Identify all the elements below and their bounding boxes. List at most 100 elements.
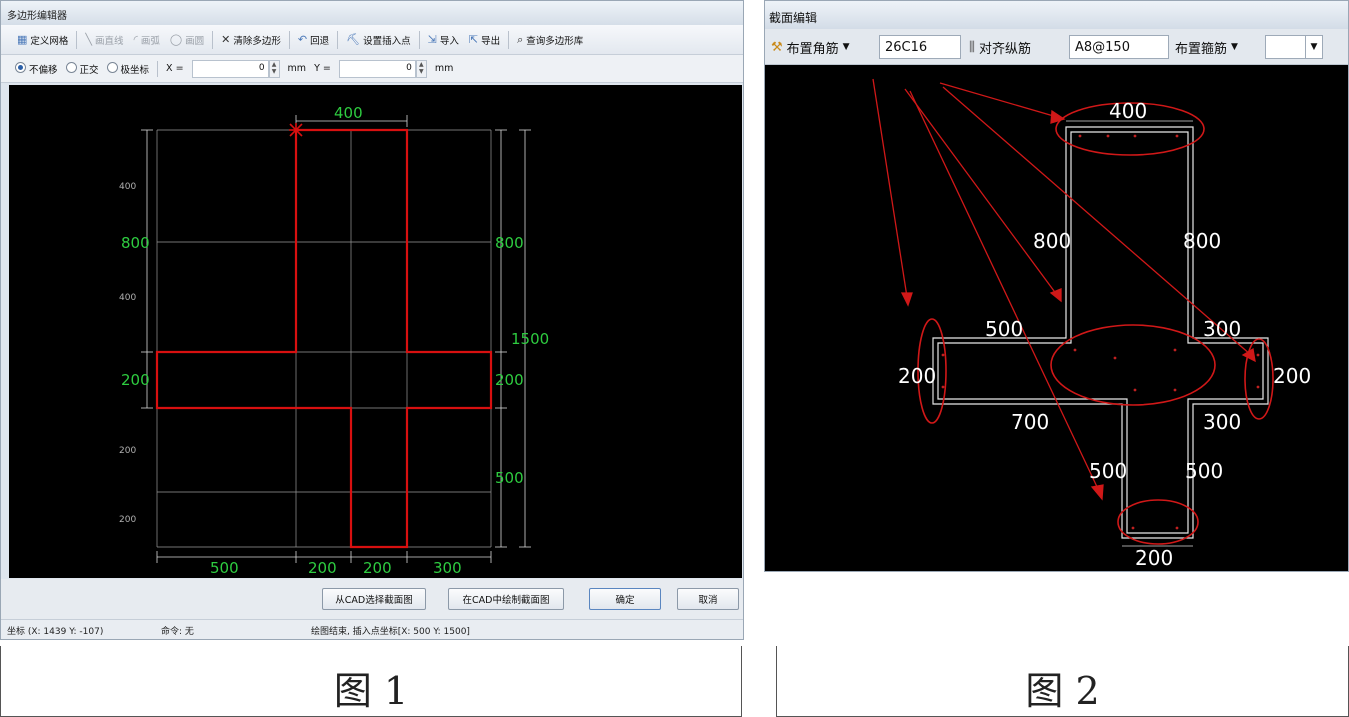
grid-label-4: 200 — [119, 515, 136, 525]
y-label: Y = — [314, 63, 331, 74]
section-drawing-canvas[interactable]: 400 800 800 500 300 200 200 700 300 500 … — [765, 65, 1348, 571]
grid-icon: ▦ — [17, 33, 28, 46]
draw-arc-button[interactable]: ◜ 画弧 — [130, 33, 164, 47]
editor-toolbar: ▦ 定义网格 ╲ 画直线 ◜ 画弧 ◯ 画圆 ✕ 清除多边形 ↶ 回退 ⛏ 设置… — [1, 25, 743, 55]
select-from-cad-button[interactable]: 从CAD选择截面图 — [322, 588, 426, 610]
draw-line-button[interactable]: ╲ 画直线 — [81, 33, 127, 47]
cancel-button[interactable]: 取消 — [677, 588, 739, 610]
radio-icon — [65, 61, 77, 73]
chevron-down-icon: ▼ — [1231, 42, 1238, 52]
align-rebar-input[interactable]: A8@150 — [1069, 35, 1169, 59]
dim-left-upper: 800 — [121, 234, 150, 252]
undo-icon: ↶ — [297, 33, 308, 46]
status-bar: 坐标 (X: 1439 Y: -107) 命令: 无 绘图结束, 插入点坐标[X… — [1, 619, 743, 639]
figure-caption-2: 图 2 — [1025, 669, 1100, 713]
dim-right-upper: 800 — [495, 234, 524, 252]
x-spinner[interactable]: ▲ ▼ — [268, 59, 280, 78]
section-toolbar: ⚒ 布置角筋 ▼ 26C16 ⫼ 对齐纵筋 A8@150 布置箍筋 ▼ ▼ — [765, 29, 1348, 65]
toolbar-divider — [76, 30, 78, 49]
toolbar-divider — [337, 30, 339, 49]
y-unit: mm — [434, 63, 454, 74]
no-offset-radio[interactable]: 不偏移 — [15, 61, 58, 76]
y-input[interactable]: 0 — [338, 59, 416, 78]
status-coordinates: 坐标 (X: 1439 Y: -107) — [7, 627, 104, 637]
polygon-drawing: 400 800 800 1500 200 200 500 500 200 200… — [119, 104, 549, 577]
chevron-down-icon: ▼ — [842, 42, 850, 52]
dim-bottom-4: 300 — [433, 559, 462, 577]
chevron-down-icon: ▼ — [1310, 42, 1318, 52]
export-button[interactable]: ⇱ 导出 — [465, 33, 504, 47]
dim-bottom: 200 — [1135, 546, 1173, 570]
status-command: 命令: 无 — [161, 627, 194, 637]
dim-top-width: 400 — [334, 104, 363, 122]
dim-left-end: 200 — [898, 364, 936, 388]
draw-in-cad-button[interactable]: 在CAD中绘制截面图 — [448, 588, 564, 610]
polygon-outline — [155, 128, 493, 549]
caption-frame-1: 图 1 — [0, 646, 742, 717]
insert-point-marker — [289, 123, 303, 137]
corner-rebar-input[interactable]: 26C16 — [879, 35, 961, 59]
options-divider — [157, 60, 159, 77]
toolbar-divider — [508, 30, 510, 49]
rebar-icon: ⚒ — [771, 39, 783, 55]
dim-right-lower: 500 — [1185, 459, 1223, 483]
stirrup-select-arrow[interactable]: ▼ — [1305, 35, 1323, 59]
clear-polygon-button[interactable]: ✕ 清除多边形 — [217, 33, 285, 47]
status-message: 绘图结束, 插入点坐标[X: 500 Y: 1500] — [311, 627, 470, 637]
undo-button[interactable]: ↶ 回退 — [294, 33, 333, 47]
section-editor-window: 截面编辑 ⚒ 布置角筋 ▼ 26C16 ⫼ 对齐纵筋 A8@150 布置箍筋 ▼… — [764, 0, 1349, 572]
close-icon: ✕ — [221, 33, 231, 46]
corner-rebar-button[interactable]: ⚒ 布置角筋 ▼ — [771, 35, 877, 59]
grid-label-2: 400 — [119, 293, 136, 303]
dim-bottom-3: 200 — [363, 559, 392, 577]
polygon-drawing-canvas[interactable]: 400 800 800 1500 200 200 500 500 200 200… — [9, 85, 742, 578]
toolbar-divider — [288, 30, 290, 49]
section-drawing: 400 800 800 500 300 200 200 700 300 500 … — [872, 78, 1311, 570]
export-icon: ⇱ — [468, 33, 479, 46]
query-library-button[interactable]: ⌕ 查询多边形库 — [513, 33, 587, 47]
x-input[interactable]: 0 — [191, 59, 269, 78]
annotation-center-ellipse — [1050, 324, 1216, 406]
window-title: 多边形编辑器 — [1, 1, 743, 25]
coordinate-options-bar: 不偏移 正交 极坐标 X = 0 ▲ ▼ mm Y = 0 ▲ ▼ mm — [1, 55, 743, 83]
align-icon: ⫼ — [969, 39, 975, 55]
dim-bottom-2: 200 — [308, 559, 337, 577]
insert-point-icon: ⛏ — [346, 33, 361, 46]
line-icon: ╲ — [85, 33, 93, 46]
dim-left-mid: 200 — [121, 371, 150, 389]
draw-circle-button[interactable]: ◯ 画圆 — [166, 33, 208, 47]
align-rebar-button[interactable]: ⫼ 对齐纵筋 — [969, 35, 1069, 59]
orthogonal-radio[interactable]: 正交 — [65, 61, 99, 76]
x-unit: mm — [287, 63, 307, 74]
dim-left-upper: 800 — [1033, 229, 1071, 253]
dim-right-upper: 800 — [1183, 229, 1221, 253]
dialog-button-bar: 从CAD选择截面图 在CAD中绘制截面图 确定 取消 — [1, 579, 743, 619]
dimension-labels: 400 800 800 1500 200 200 500 500 200 200… — [121, 104, 549, 577]
dim-left-under: 700 — [1011, 410, 1049, 434]
polygon-editor-window: 多边形编辑器 ▦ 定义网格 ╲ 画直线 ◜ 画弧 ◯ 画圆 ✕ 清除多边形 ↶ … — [0, 0, 744, 640]
arc-icon: ◜ — [133, 33, 138, 46]
section-dimension-labels: 400 800 800 500 300 200 200 700 300 500 … — [898, 99, 1311, 570]
ok-button[interactable]: 确定 — [589, 588, 661, 610]
figure-caption-1: 图 1 — [333, 669, 409, 713]
dim-right-flange: 300 — [1203, 317, 1241, 341]
import-icon: ⇲ — [427, 33, 437, 46]
set-insert-point-button[interactable]: ⛏ 设置插入点 — [342, 33, 414, 47]
radio-selected-icon — [15, 61, 26, 73]
import-button[interactable]: ⇲ 导入 — [424, 33, 463, 47]
window-title: 截面编辑 — [765, 1, 1348, 29]
dimension-lines — [141, 115, 531, 563]
dim-top: 400 — [1109, 99, 1147, 123]
stirrup-button[interactable]: 布置箍筋 ▼ — [1175, 35, 1263, 59]
grid-label-3: 200 — [119, 446, 136, 456]
define-grid-button[interactable]: ▦ 定义网格 — [13, 33, 72, 47]
search-icon: ⌕ — [517, 33, 524, 46]
circle-icon: ◯ — [169, 33, 183, 46]
annotation-arrows — [872, 78, 1256, 501]
dim-right-lower: 500 — [495, 469, 524, 487]
dim-right-total: 1500 — [511, 330, 549, 348]
y-spinner[interactable]: ▲ ▼ — [415, 59, 427, 78]
polar-radio[interactable]: 极坐标 — [106, 61, 149, 76]
x-label: X = — [166, 63, 184, 74]
toolbar-divider — [212, 30, 214, 49]
